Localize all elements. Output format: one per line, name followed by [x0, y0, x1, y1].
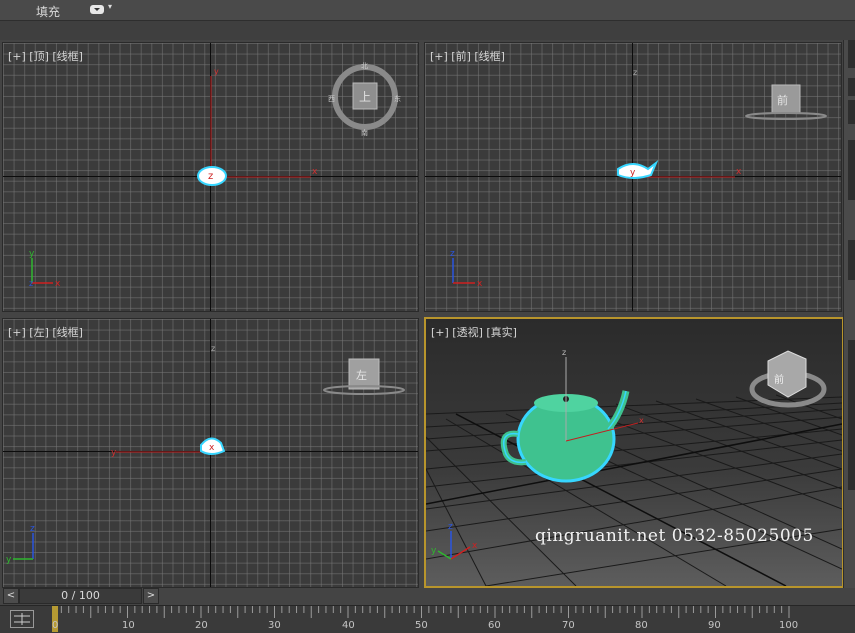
tripod-z-label: z [30, 524, 35, 534]
panel-tab[interactable] [848, 100, 855, 124]
tripod-y-label: y [6, 555, 12, 565]
teapot-front-outline [617, 160, 659, 179]
compass-ring-front [745, 112, 827, 120]
pivot-y-label: y [630, 168, 636, 178]
y-axis-label: y [111, 448, 117, 458]
view-cube-persp [767, 350, 807, 398]
viewport-label-perspective[interactable]: [+] [透视] [真实] [431, 324, 517, 340]
teapot-spout [605, 390, 630, 432]
time-slider[interactable]: 0 / 100 [19, 588, 142, 604]
compass-south: 南 [361, 128, 368, 137]
prev-frame-button[interactable]: < [3, 588, 19, 604]
panel-tab[interactable] [848, 78, 855, 96]
tripod-y-label: y [431, 546, 437, 556]
ruler-tick-label: 50 [415, 620, 428, 631]
curve-editor-icon[interactable] [10, 610, 34, 628]
x-axis-label: x [312, 167, 318, 177]
left-viewport-graphics: y z x 左 z y [6, 344, 405, 565]
compass-west: 西 [328, 95, 335, 103]
panel-section[interactable] [848, 140, 855, 200]
compass-east: 东 [394, 94, 401, 103]
compass-north: 北 [361, 62, 368, 70]
track-bar: 0 10 20 30 40 50 60 70 80 90 100 [0, 605, 855, 633]
toolbar-gap [0, 21, 855, 40]
panel-tab[interactable] [848, 40, 855, 68]
tripod-z-label: z [448, 522, 453, 532]
display-mode-button[interactable] [90, 5, 104, 14]
time-slider-row: < 0 / 100 > [0, 588, 855, 604]
z-axis-label: z [211, 344, 215, 353]
command-panel-edge[interactable] [843, 40, 855, 600]
gizmo-face-front: 前 [777, 93, 788, 107]
gizmo-face-left: 左 [356, 369, 367, 382]
viewport-front[interactable]: [+] [前] [线框] x z y 前 z x [424, 42, 842, 312]
watermark-text: qingruanit.net 0532-85025005 [535, 526, 814, 546]
pivot-z-label: z [562, 348, 566, 357]
viewport-top[interactable]: [+] [顶] [线框] y x z 上 北 南 东 西 y x z [2, 42, 419, 312]
pivot-x-label: x [209, 443, 215, 453]
pivot-z-label: z [208, 171, 213, 182]
ruler-tick-label: 30 [268, 620, 281, 631]
curve-editor-glyph [14, 613, 30, 625]
next-frame-button[interactable]: > [143, 588, 159, 604]
z-axis-label: z [633, 68, 637, 77]
viewport-left[interactable]: [+] [左] [线框] y z x 左 z y [2, 318, 419, 588]
tripod-x-label: x [472, 541, 478, 551]
ruler-tick-label: 40 [342, 620, 355, 631]
pivot-x-label: x [639, 416, 644, 425]
gizmo-face-persp: 前 [774, 373, 784, 386]
gizmo-face-top: 上 [359, 90, 371, 104]
x-axis-label: x [736, 167, 742, 177]
ruler-tick-label: 100 [779, 620, 799, 631]
tripod-z-label: z [450, 249, 455, 259]
panel-section[interactable] [848, 340, 855, 490]
ruler-tick-label: 70 [562, 620, 575, 631]
y-axis-label: y [214, 67, 219, 76]
tripod-x [450, 546, 471, 560]
tripod-y-label: y [29, 249, 35, 259]
ruler-tick-label: 0 [52, 620, 59, 631]
panel-section[interactable] [848, 240, 855, 280]
fill-label: 填充 [36, 5, 61, 19]
ruler-tick-label: 80 [635, 620, 648, 631]
tripod-x-label: x [55, 279, 61, 289]
ruler-tick-label: 60 [488, 620, 501, 631]
front-viewport-graphics: x z y 前 z x [450, 68, 827, 289]
ruler-tick-label: 90 [708, 620, 721, 631]
top-viewport-graphics: y x z 上 北 南 东 西 y x z [29, 62, 401, 289]
tripod-z-label: z [29, 279, 33, 288]
ruler-tick-label: 10 [122, 620, 135, 631]
dropdown-arrow-icon[interactable]: ▾ [108, 2, 112, 11]
top-toolbar: 填充 ▾ [0, 0, 855, 21]
viewport-perspective[interactable]: z x 前 z x y [+] [透视] [真实] [424, 317, 844, 588]
ruler-tick-label: 20 [195, 620, 208, 631]
perspective-home-axis-a [426, 423, 842, 505]
tripod-x-label: x [477, 279, 483, 289]
